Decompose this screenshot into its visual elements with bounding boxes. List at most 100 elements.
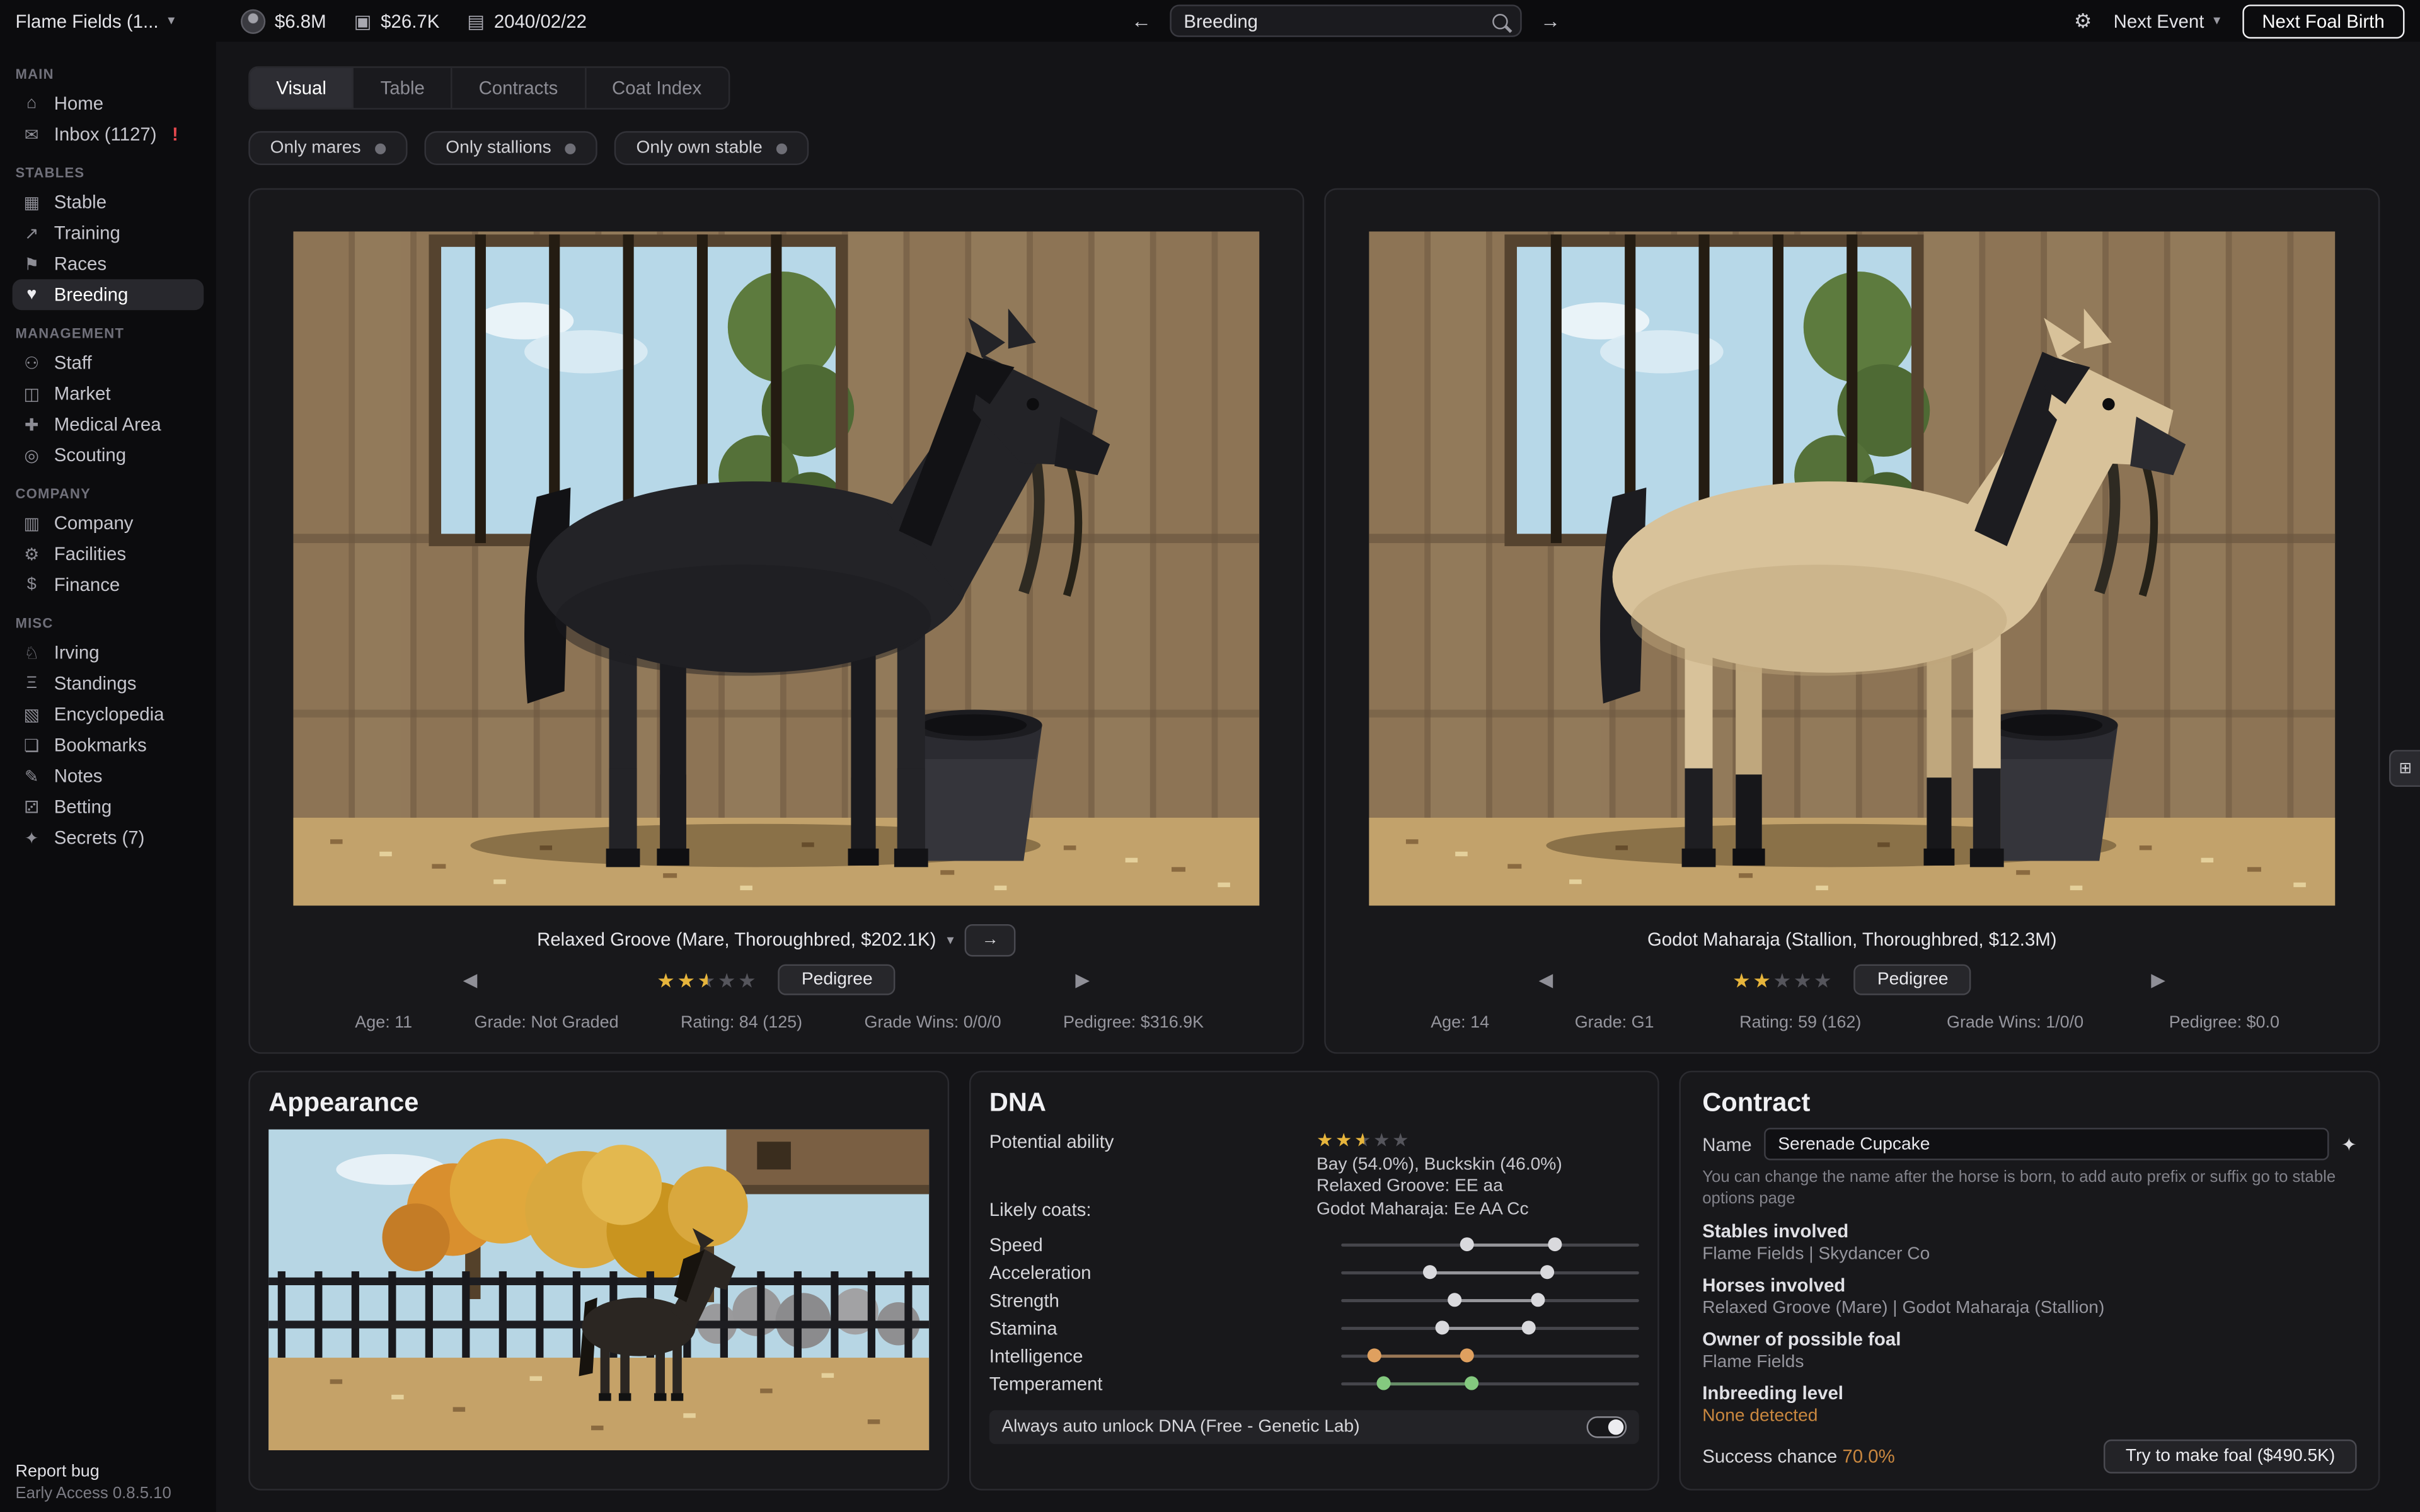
tab-table[interactable]: Table [354, 68, 452, 108]
avatar [241, 8, 265, 33]
supplies-display: ▣ $26.7K [354, 10, 440, 32]
mare-pedigree-value: Pedigree: $316.9K [1063, 1014, 1204, 1032]
slider-row-stamina: Stamina [989, 1315, 1639, 1343]
mare-name-row[interactable]: Relaxed Groove (Mare, Thoroughbred, $202… [293, 924, 1259, 955]
strength-slider[interactable] [1341, 1290, 1639, 1311]
sidebar-item-stable[interactable]: ▦ Stable [13, 186, 204, 217]
prev-horse-arrow[interactable]: ◀ [463, 969, 478, 990]
sidebar-section-stables: STABLES [15, 165, 200, 180]
horses-involved-label: Horses involved [1702, 1275, 2356, 1297]
mare-pedigree-button[interactable]: Pedigree [778, 965, 896, 995]
stables-involved-value: Flame Fields | Skydancer Co [1702, 1246, 2356, 1264]
secrets-icon: ✦ [21, 828, 42, 848]
next-horse-arrow[interactable]: ▶ [1075, 969, 1090, 990]
stallion-stall-image [1369, 231, 2335, 905]
potential-ability-label: Potential ability [989, 1131, 1317, 1152]
sidebar-item-inbox[interactable]: ✉ Inbox (1127) ! [13, 119, 204, 150]
sidebar-item-standings[interactable]: Ξ Standings [13, 668, 204, 699]
mare-age: Age: 11 [355, 1014, 412, 1032]
sidebar-item-scouting[interactable]: ◎ Scouting [13, 440, 204, 471]
standings-icon: Ξ [21, 674, 42, 692]
stallion-name-row[interactable]: Godot Maharaja (Stallion, Thoroughbred, … [1369, 924, 2335, 955]
horse-selection: Relaxed Groove (Mare, Thoroughbred, $202… [248, 188, 2380, 1054]
filter-only-own-stable[interactable]: Only own stable [614, 131, 809, 165]
calendar-icon: ▤ [467, 11, 485, 30]
sidebar-item-notes[interactable]: ✎ Notes [13, 760, 204, 791]
sidebar-item-bookmarks[interactable]: ❏ Bookmarks [13, 730, 204, 760]
horses-involved-value: Relaxed Groove (Mare) | Godot Maharaja (… [1702, 1300, 2356, 1318]
mare-rating: Rating: 84 (125) [681, 1014, 802, 1032]
tab-visual[interactable]: Visual [250, 68, 354, 108]
date-display: ▤ 2040/02/22 [467, 10, 587, 32]
likely-coats-label: Likely coats: [989, 1199, 1317, 1220]
report-bug-link[interactable]: Report bug [15, 1463, 171, 1481]
mare-send-arrow-button[interactable]: → [965, 924, 1016, 956]
filter-only-mares[interactable]: Only mares [248, 131, 407, 165]
make-foal-button[interactable]: Try to make foal ($490.5K) [2104, 1440, 2357, 1474]
sidebar-section-company: COMPANY [15, 486, 200, 501]
back-button[interactable]: ← [1131, 9, 1151, 33]
staff-icon: ⚇ [21, 353, 42, 373]
success-chance-value: 70.0% [1842, 1446, 1894, 1467]
dna-sliders: Speed Acceleration Strength [989, 1231, 1639, 1397]
auto-unlock-row: Always auto unlock DNA (Free - Genetic L… [989, 1410, 1639, 1444]
filter-dot-icon [375, 143, 386, 154]
tab-coat-index[interactable]: Coat Index [585, 68, 727, 108]
gear-icon[interactable]: ⚙ [2074, 8, 2092, 33]
next-foal-birth-button[interactable]: Next Foal Birth [2242, 4, 2404, 38]
stallion-stats-row: Age: 14 Grade: G1 Rating: 59 (162) Grade… [1369, 1014, 2335, 1032]
next-horse-arrow[interactable]: ▶ [2151, 969, 2165, 990]
filter-chips: Only mares Only stallions Only own stabl… [248, 131, 2380, 165]
forward-button[interactable]: → [1540, 9, 1560, 33]
stamina-slider[interactable] [1341, 1317, 1639, 1339]
balance-value: $6.8M [275, 10, 326, 32]
stable-selector[interactable]: Flame Fields (1... ▾ [15, 10, 212, 32]
supplies-box-icon: ▣ [354, 11, 372, 30]
inbreeding-value: None detected [1702, 1407, 2356, 1426]
sidebar-item-home[interactable]: ⌂ Home [13, 88, 204, 119]
sidebar-item-staff[interactable]: ⚇ Staff [13, 347, 204, 378]
sidebar-item-finance[interactable]: $ Finance [13, 570, 204, 600]
sidebar-item-facilities[interactable]: ⚙ Facilities [13, 539, 204, 570]
foal-appearance-image [268, 1130, 929, 1450]
prev-horse-arrow[interactable]: ◀ [1539, 969, 1553, 990]
contract-panel: Contract Name ✦ You can change the name … [1679, 1071, 2380, 1491]
speed-slider[interactable] [1341, 1234, 1639, 1256]
sidebar-item-irving[interactable]: ♘ Irving [13, 637, 204, 668]
foal-name-input[interactable] [1764, 1128, 2329, 1160]
tab-contracts[interactable]: Contracts [452, 68, 585, 108]
sidebar-item-medical-area[interactable]: ✚ Medical Area [13, 409, 204, 440]
mare-grade-wins: Grade Wins: 0/0/0 [865, 1014, 1001, 1032]
search-box[interactable] [1170, 4, 1521, 37]
sidebar-item-betting[interactable]: ⚂ Betting [13, 791, 204, 822]
notes-icon: ✎ [21, 766, 42, 786]
chevron-down-icon: ▾ [2213, 13, 2220, 30]
sidebar-item-training[interactable]: ↗ Training [13, 217, 204, 248]
company-icon: ▥ [21, 513, 42, 533]
stallion-name: Godot Maharaja (Stallion, Thoroughbred, … [1647, 929, 2057, 950]
side-panel-expand-button[interactable]: ⊞ [2389, 750, 2420, 787]
bottom-panels: Appearance [248, 1071, 2380, 1491]
acceleration-slider[interactable] [1341, 1262, 1639, 1283]
sidebar-item-breeding[interactable]: ♥ Breeding [13, 279, 204, 310]
view-tabs: Visual Table Contracts Coat Index [248, 66, 729, 110]
sidebar-item-races[interactable]: ⚑ Races [13, 248, 204, 279]
foal-name-row: Name ✦ [1702, 1128, 2356, 1160]
auto-unlock-toggle[interactable] [1587, 1416, 1627, 1438]
sidebar-item-market[interactable]: ◫ Market [13, 378, 204, 409]
search-input[interactable] [1184, 10, 1483, 32]
sidebar-item-company[interactable]: ▥ Company [13, 508, 204, 539]
stallion-pedigree-button[interactable]: Pedigree [1854, 965, 1971, 995]
filter-only-stallions[interactable]: Only stallions [424, 131, 597, 165]
topbar-center: ← → [1131, 4, 1560, 37]
sparkle-icon[interactable]: ✦ [2341, 1133, 2357, 1155]
sidebar-item-secrets[interactable]: ✦ Secrets (7) [13, 822, 204, 853]
temperament-slider[interactable] [1341, 1373, 1639, 1395]
owner-field: Owner of possible foal Flame Fields [1702, 1329, 2356, 1372]
medical-icon: ✚ [21, 415, 42, 435]
next-event-selector[interactable]: Next Event ▾ [2114, 10, 2221, 32]
sidebar-item-encyclopedia[interactable]: ▧ Encyclopedia [13, 699, 204, 730]
mare-name: Relaxed Groove (Mare, Thoroughbred, $202… [537, 929, 936, 950]
intelligence-slider[interactable] [1341, 1346, 1639, 1367]
likely-coats-value: Bay (54.0%), Buckskin (46.0%) [1317, 1154, 1639, 1176]
